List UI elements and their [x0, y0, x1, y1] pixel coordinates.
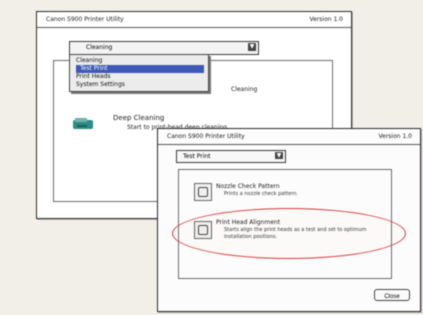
menu-item-system-settings[interactable]: System Settings [76, 81, 200, 89]
chevron-down-icon: ▼ [248, 43, 256, 51]
nozzle-check-icon[interactable] [194, 183, 212, 201]
front-window-title-bar: Canon S900 Printer Utility Version 1.0 [158, 129, 420, 145]
front-window-version: Version 1.0 [378, 133, 412, 140]
chevron-down-icon: ▼ [275, 152, 283, 159]
deep-cleaning-title: Deep Cleaning [113, 114, 165, 122]
close-button[interactable]: Close [374, 289, 410, 301]
nozzle-check-title: Nozzle Check Pattern [216, 183, 280, 190]
back-window-menu[interactable]: Cleaning Test Print Print Heads System S… [69, 54, 209, 92]
front-window-dropdown[interactable]: Test Print ▼ [176, 150, 286, 163]
back-window-title: Canon S900 Printer Utility [46, 16, 124, 23]
menu-item-print-heads[interactable]: Print Heads [76, 73, 200, 81]
back-window-version: Version 1.0 [309, 16, 343, 23]
menu-item-cleaning[interactable]: Cleaning [76, 57, 200, 65]
teal-printer-icon [73, 118, 93, 129]
annotation-oval [172, 208, 406, 259]
front-window-title: Canon S900 Printer Utility [167, 133, 245, 140]
front-window-dropdown-label: Test Print [183, 153, 211, 160]
front-window: Canon S900 Printer Utility Version 1.0 T… [157, 128, 421, 312]
back-window-dropdown-label: Cleaning [86, 44, 113, 51]
menu-item-test-print[interactable]: Test Print [76, 65, 204, 73]
back-window-item-label: Cleaning [231, 86, 258, 93]
nozzle-check-description: Prints a nozzle check pattern. [224, 191, 299, 197]
back-window-title-bar: Canon S900 Printer Utility Version 1.0 [37, 12, 351, 28]
back-window-dropdown[interactable]: Cleaning ▼ [69, 41, 259, 55]
